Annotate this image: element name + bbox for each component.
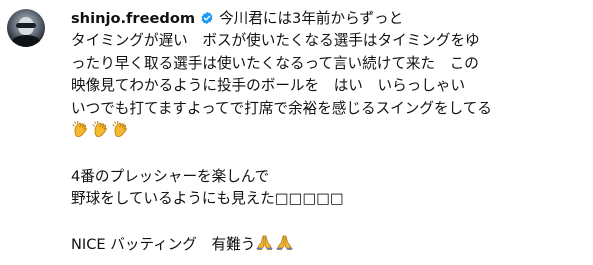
comment-line-4: 映像見てわかるように投手のボールを はい いらっしゃい [71, 77, 466, 95]
avatar-coat [11, 35, 41, 47]
folded-hands-icon [276, 235, 293, 251]
clapping-hands-icon [112, 120, 127, 138]
avatar[interactable] [7, 9, 45, 47]
comment: shinjo.freedom 今川君には3年前からずっと タイミングが遅い ボスが… [0, 0, 593, 265]
comment-line-6: 4番のプレッシャーを楽しんで [71, 167, 270, 185]
comment-line-1: 今川君には3年前からずっと [219, 10, 404, 27]
folded-hands-icon [256, 235, 273, 251]
clapping-hands-icon [92, 120, 107, 138]
comment-line-2: タイミングが遅い ボスが使いたくなる選手はタイミングをゆ [71, 32, 480, 50]
comment-line-3: ったり早く取る選手は使いたくなるって言い続けて来た この [71, 54, 479, 72]
comment-line-7: 野球をしているようにも見えた□□□□□ [71, 190, 344, 208]
comment-body: shinjo.freedom 今川君には3年前からずっと タイミングが遅い ボスが… [71, 8, 589, 256]
clapping-emoji-row [71, 120, 131, 140]
verified-badge-icon [201, 11, 213, 25]
comment-line-5: いつでも打てますよってで打席で余裕を感じるスイングをしてる [71, 99, 492, 117]
comment-line-8: NICE バッティング 有難う [71, 236, 256, 254]
username-link[interactable]: shinjo.freedom [71, 10, 195, 27]
avatar-glasses [16, 23, 36, 28]
clapping-hands-icon [72, 120, 87, 138]
